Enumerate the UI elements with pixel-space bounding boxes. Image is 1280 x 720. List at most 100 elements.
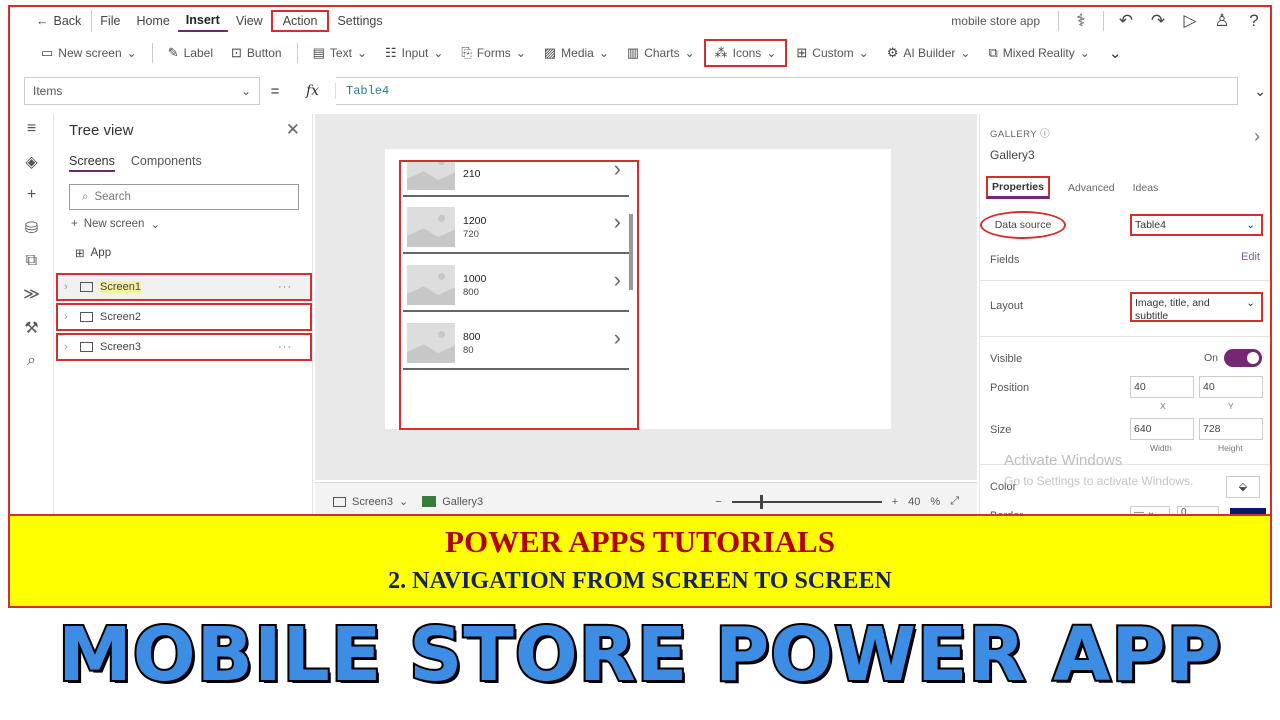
tree-screen3[interactable]: › Screen3 ···	[56, 333, 312, 361]
chevron-right-icon[interactable]: ›	[614, 267, 621, 293]
new-screen-button[interactable]: + New screen ⌄	[71, 217, 160, 231]
play-icon[interactable]: ▷	[1174, 11, 1206, 31]
help-icon[interactable]: ?	[1238, 11, 1270, 31]
menu-settings[interactable]: Settings	[329, 10, 390, 32]
ribbon-input[interactable]: ☷ Input ⌄	[376, 39, 452, 67]
size-width-input[interactable]: 640	[1130, 418, 1194, 440]
undo-icon[interactable]: ↶	[1110, 11, 1142, 31]
label-icon: ✎	[167, 45, 179, 60]
forms-icon: ⎘	[461, 45, 472, 60]
close-icon[interactable]: ✕	[286, 120, 300, 140]
zoom-in-icon[interactable]: +	[892, 496, 898, 508]
layout-label: Layout	[990, 300, 1024, 312]
chevron-right-icon[interactable]: ›	[1254, 126, 1260, 147]
ribbon-charts[interactable]: ▥ Charts ⌄	[618, 39, 704, 67]
chevron-right-icon[interactable]: ›	[614, 162, 621, 182]
zoom-slider[interactable]	[731, 494, 882, 509]
visible-toggle[interactable]	[1224, 349, 1262, 367]
user-icon[interactable]: ♙	[1206, 11, 1238, 31]
ribbon-new-screen[interactable]: ▭ New screen ⌄	[32, 39, 146, 67]
position-x-input[interactable]: 40	[1130, 376, 1194, 398]
tree-screen1[interactable]: › Screen1 ···	[56, 273, 312, 301]
control-kind: GALLERY ⓘ	[990, 129, 1051, 140]
help-icon[interactable]: ⓘ	[1040, 129, 1050, 140]
ribbon-icons[interactable]: ⁂ Icons ⌄	[703, 39, 788, 67]
divider	[1058, 10, 1059, 31]
gallery-scrollbar[interactable]	[629, 214, 633, 290]
zoom-out-icon[interactable]: −	[715, 496, 721, 508]
menu-home[interactable]: Home	[128, 10, 177, 32]
data-source-label: Data source	[980, 211, 1066, 239]
layout-dropdown[interactable]: Image, title, and subtitle ⌄	[1130, 292, 1263, 322]
app-title: mobile store app	[951, 13, 1040, 28]
size-height-input[interactable]: 728	[1199, 418, 1263, 440]
app-screen[interactable]: 210 › 1200 720 › 1000 800 › 800 80 ›	[385, 149, 891, 430]
tree-view-layers-icon[interactable]: ◈	[25, 152, 37, 172]
tab-screens[interactable]: Screens	[69, 154, 115, 172]
position-y-input[interactable]: 40	[1199, 376, 1263, 398]
ribbon-mixed-reality[interactable]: ⧉ Mixed Reality ⌄	[979, 39, 1098, 67]
gallery-item[interactable]: 210 ›	[403, 162, 629, 197]
data-source-dropdown[interactable]: Table4 ⌄	[1130, 214, 1263, 236]
gallery-item[interactable]: 1200 720 ›	[403, 199, 629, 254]
chevron-right-icon[interactable]: ›	[614, 209, 621, 235]
fx-button[interactable]: fx	[290, 83, 336, 99]
tab-ideas[interactable]: Ideas	[1133, 182, 1159, 194]
search-icon[interactable]: ⌕	[27, 352, 36, 370]
ribbon-custom[interactable]: ⊞ Custom ⌄	[787, 39, 877, 67]
gallery-item-subtitle: 720	[463, 229, 479, 240]
gallery-item[interactable]: 1000 800 ›	[403, 257, 629, 312]
properties-panel: GALLERY ⓘ Gallery3 › Properties Advanced…	[979, 114, 1270, 518]
hamburger-menu-icon[interactable]: ≡	[27, 120, 36, 138]
data-cylinder-icon[interactable]: ⛁	[25, 218, 38, 238]
gallery3[interactable]: 210 › 1200 720 › 1000 800 › 800 80 ›	[399, 160, 639, 430]
ai-builder-icon: ⚙	[886, 45, 899, 60]
insert-plus-icon[interactable]: +	[27, 186, 36, 204]
power-automate-icon[interactable]: ≫	[23, 284, 40, 304]
breadcrumb-control[interactable]: Gallery3	[422, 496, 483, 508]
design-canvas: 210 › 1200 720 › 1000 800 › 800 80 ›	[315, 114, 977, 480]
ribbon-label[interactable]: ✎ Label	[159, 39, 222, 67]
tree-app-node[interactable]: ⊞ App	[75, 246, 111, 260]
visible-value: On	[1203, 352, 1218, 364]
fit-to-window-icon[interactable]: ⤢	[950, 495, 959, 508]
tree-screen2[interactable]: › Screen2	[56, 303, 312, 331]
tab-advanced[interactable]: Advanced	[1068, 182, 1115, 194]
chevron-right-icon[interactable]: ›	[614, 325, 621, 351]
zoom-slider-thumb[interactable]	[759, 494, 763, 509]
chevron-down-icon: ⌄	[240, 84, 251, 98]
menu-view[interactable]: View	[228, 10, 271, 32]
ribbon-ai-builder[interactable]: ⚙ AI Builder ⌄	[878, 39, 980, 67]
tab-properties[interactable]: Properties	[986, 176, 1050, 199]
property-dropdown[interactable]: Items ⌄	[24, 77, 260, 105]
banner-subtitle: 2. NAVIGATION FROM SCREEN TO SCREEN	[388, 568, 892, 594]
tab-components[interactable]: Components	[131, 154, 202, 172]
more-options-icon[interactable]: ···	[278, 341, 292, 353]
menu-action[interactable]: Action	[270, 9, 330, 32]
more-options-icon[interactable]: ···	[278, 281, 292, 293]
expand-formula-chevron-icon[interactable]: ⌄	[1238, 83, 1266, 100]
media-icon[interactable]: ⧉	[26, 252, 37, 270]
ribbon-button[interactable]: ⊡ Button	[222, 39, 291, 67]
screen-icon	[333, 496, 346, 507]
advanced-tools-icon[interactable]: ⚒	[24, 318, 38, 338]
ribbon-more-chevron-icon[interactable]: ⌄	[1099, 44, 1132, 62]
equals-sign: =	[270, 82, 280, 100]
app-checker-icon[interactable]: ⚕	[1065, 11, 1097, 31]
color-fill-icon[interactable]: ⬙	[1226, 476, 1260, 498]
breadcrumb-screen[interactable]: Screen3 ⌄	[333, 495, 408, 508]
formula-input[interactable]: Table4	[336, 77, 1238, 105]
redo-icon[interactable]: ↷	[1142, 11, 1174, 31]
back-button[interactable]: ← Back	[28, 9, 93, 32]
menu-insert[interactable]: Insert	[177, 10, 228, 32]
divider	[980, 280, 1270, 281]
ribbon-text[interactable]: ▤ Text ⌄	[304, 39, 376, 67]
power-apps-studio: ← Back File Home Insert View Action Setti…	[8, 5, 1272, 520]
menu-file[interactable]: File	[92, 10, 128, 32]
ribbon-forms[interactable]: ⎘ Forms ⌄	[452, 39, 534, 67]
zoom-control: − + 40% ⤢	[715, 494, 959, 509]
gallery-item[interactable]: 800 80 ›	[403, 315, 629, 370]
tree-search-input[interactable]: ⌕ Search	[69, 184, 299, 210]
ribbon-media[interactable]: ▨ Media ⌄	[535, 39, 618, 67]
fields-edit-link[interactable]: Edit	[1241, 251, 1260, 263]
